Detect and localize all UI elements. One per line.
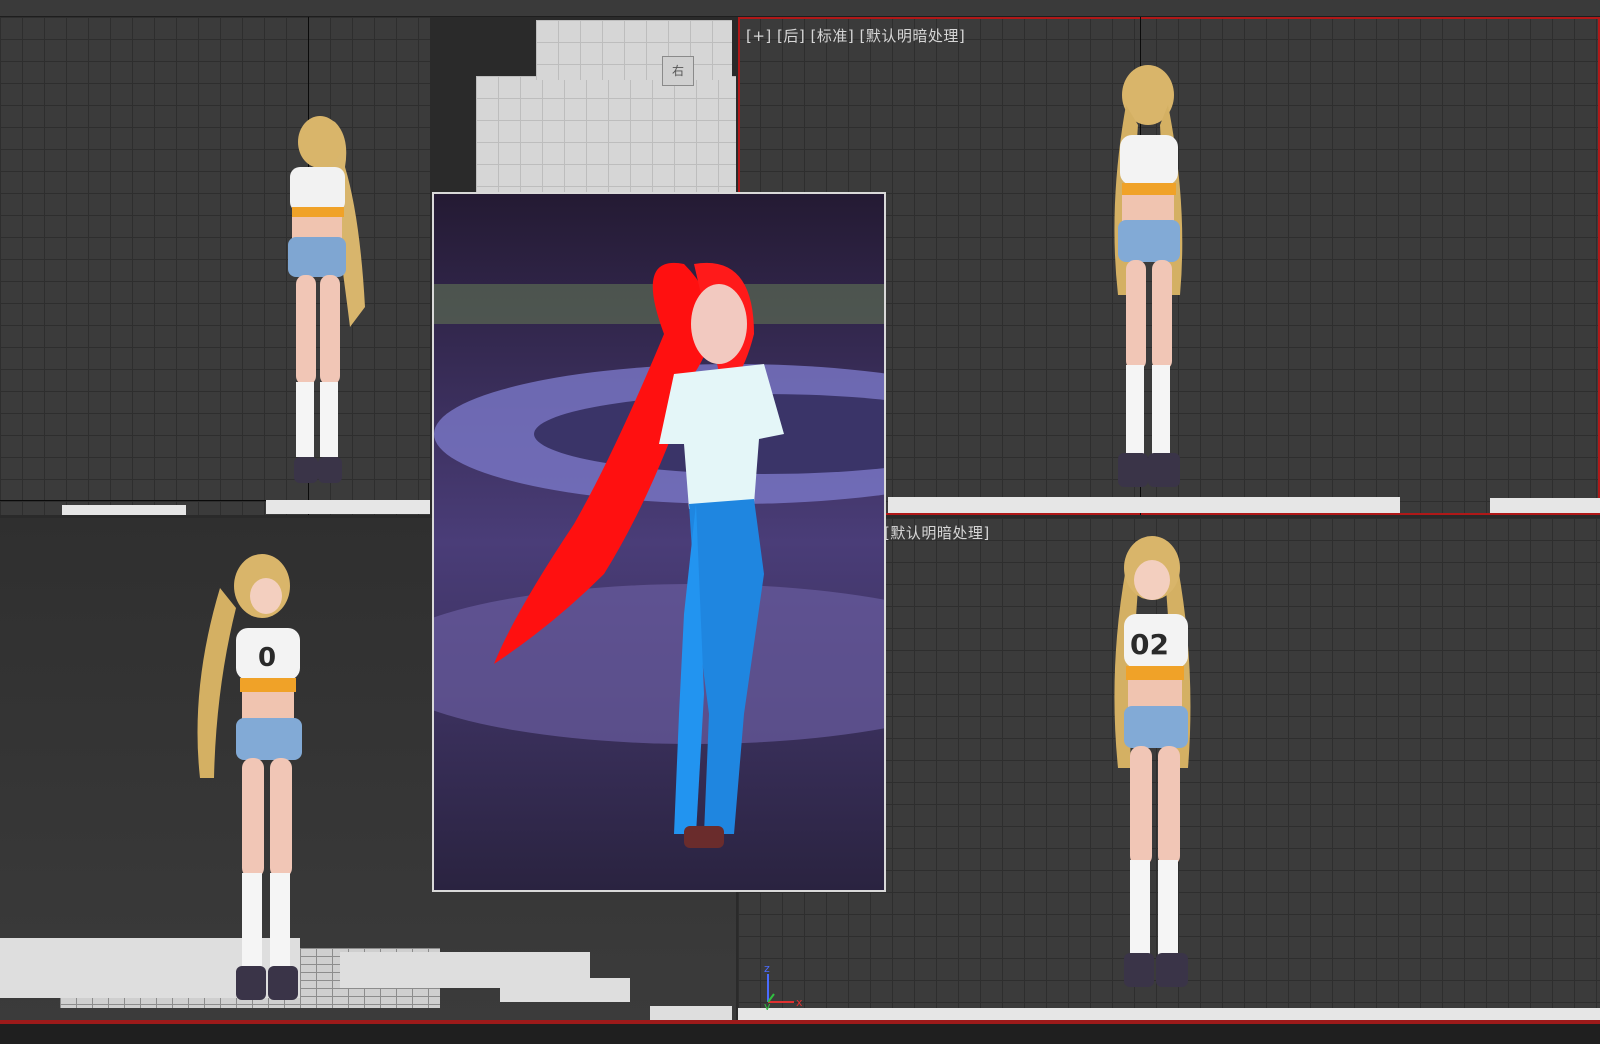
character-model-back-side[interactable] [240,107,400,507]
svg-text:02: 02 [1130,628,1169,661]
background-geometry-block [476,76,736,192]
axis-y-label: y [764,1000,771,1010]
top-toolbar-strip [0,0,1600,17]
axis-gizmo: z y x [764,962,803,1010]
viewport-label[interactable]: [+] [后] [标准] [默认明暗处理] [746,25,965,46]
view-cube[interactable]: 右 [662,56,694,86]
floor-slab [738,1008,1600,1020]
viewport-label[interactable]: [默认明暗处理] [884,522,990,543]
reference-anime-image [434,194,884,890]
character-model-perspective[interactable]: 0 [170,548,350,1018]
character-model-back[interactable] [1068,55,1228,505]
svg-text:0: 0 [258,643,276,673]
floor-slab [1490,498,1600,513]
floor-slab [650,1006,732,1020]
viewport-top-left[interactable] [0,17,430,515]
character-model-front[interactable]: 02 [1068,528,1238,998]
floor-slab [62,505,186,515]
background-geometry-block [536,20,732,80]
floor-slab [500,978,630,1002]
status-bar [0,1020,1600,1044]
axis-x-label: x [796,996,803,1009]
reference-image-window[interactable] [432,192,886,892]
axis-z-label: z [764,962,770,975]
